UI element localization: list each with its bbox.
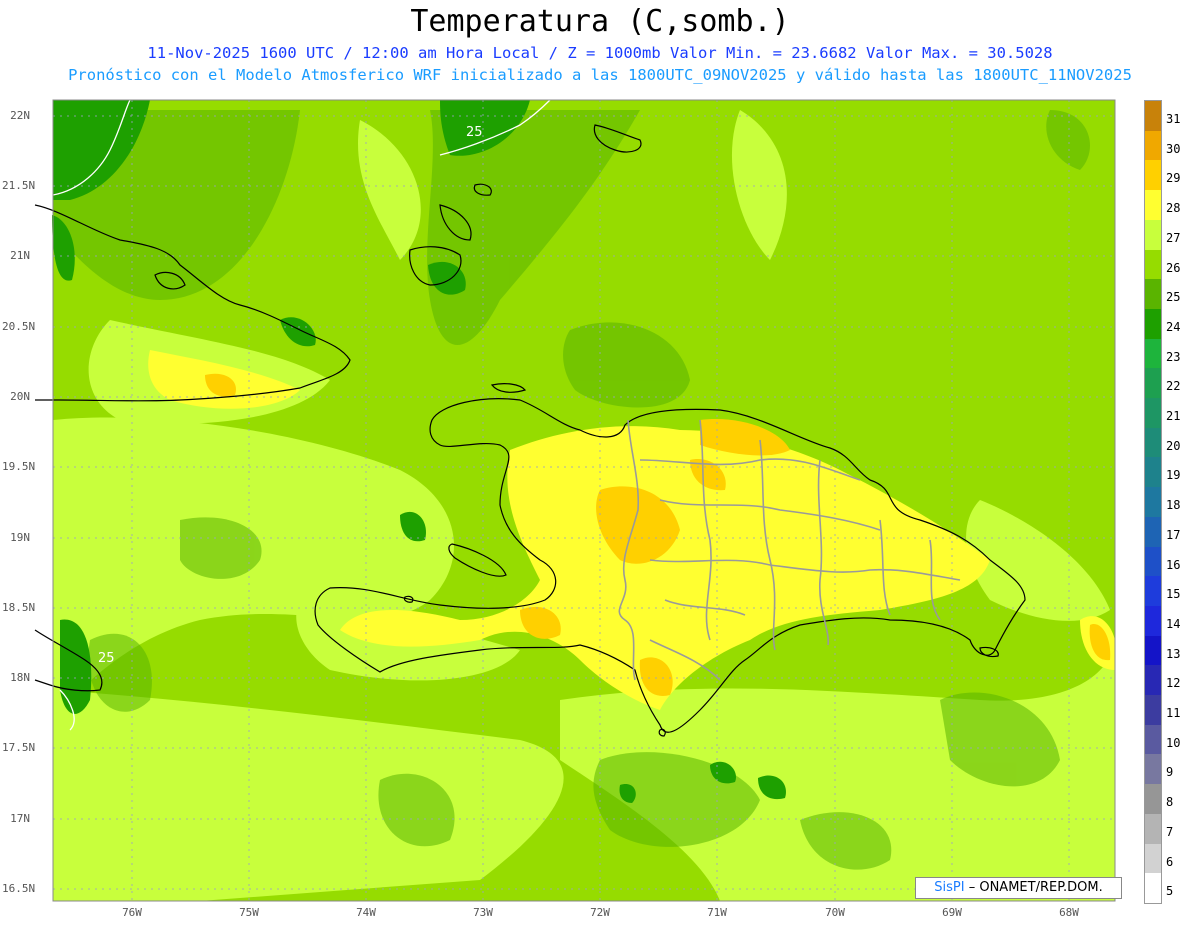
colorbar-cell <box>1145 338 1161 369</box>
lon-label: 69W <box>942 906 962 919</box>
colorbar-cell <box>1145 308 1161 339</box>
colorbar-cell <box>1145 665 1161 696</box>
colorbar-label: 9 <box>1166 765 1174 780</box>
colorbar-label: 13 <box>1166 646 1181 661</box>
colorbar-label: 24 <box>1166 319 1181 334</box>
colorbar-cell <box>1145 754 1161 785</box>
colorbar-label: 17 <box>1166 527 1181 542</box>
colorbar-cell <box>1145 605 1161 636</box>
lat-label: 17N <box>10 812 30 825</box>
colorbar-label: 30 <box>1166 141 1181 156</box>
colorbar-cell <box>1145 249 1161 280</box>
lon-label: 71W <box>707 906 727 919</box>
colorbar-label: 7 <box>1166 824 1174 839</box>
lon-label: 70W <box>825 906 845 919</box>
colorbar-label: 28 <box>1166 201 1181 216</box>
colorbar-cell <box>1145 516 1161 547</box>
colorbar-cell <box>1145 873 1161 904</box>
credit-box: SisPI – ONAMET/REP.DOM. <box>915 877 1122 899</box>
colorbar-label: 14 <box>1166 616 1181 631</box>
colorbar-label: 5 <box>1166 884 1174 899</box>
colorbar-label: 16 <box>1166 557 1181 572</box>
credit-text: – ONAMET/REP.DOM. <box>964 880 1103 895</box>
colorbar-cell <box>1145 190 1161 221</box>
colorbar-label: 12 <box>1166 676 1181 691</box>
colorbar-cell <box>1145 635 1161 666</box>
lon-label: 72W <box>590 906 610 919</box>
colorbar-cell <box>1145 724 1161 755</box>
colorbar-label: 6 <box>1166 854 1174 869</box>
colorbar-cell <box>1145 546 1161 577</box>
lat-label: 16.5N <box>2 882 36 895</box>
colorbar-label: 31 <box>1166 112 1181 126</box>
colorbar-cell <box>1145 487 1161 518</box>
colorbar-label: 22 <box>1166 379 1181 394</box>
colorbar-label: 19 <box>1166 468 1181 483</box>
lat-label: 19.5N <box>2 460 36 473</box>
colorbar-label: 25 <box>1166 290 1181 305</box>
contour-label-25-north: 25 <box>466 125 483 140</box>
colorbar-cell <box>1145 843 1161 874</box>
colorbar-cell <box>1145 368 1161 399</box>
lat-label: 22N <box>10 109 30 122</box>
lon-label: 68W <box>1059 906 1079 919</box>
colorbar <box>1144 100 1162 904</box>
lat-label: 20N <box>10 390 30 403</box>
colorbar-cell <box>1145 398 1161 429</box>
contour-label-25-southwest: 25 <box>98 651 115 666</box>
colorbar-label: 15 <box>1166 587 1181 602</box>
lat-label: 18.5N <box>2 601 36 614</box>
colorbar-label: 29 <box>1166 171 1181 186</box>
colorbar-label: 11 <box>1166 706 1181 721</box>
colorbar-label: 26 <box>1166 260 1181 275</box>
colorbar-label: 18 <box>1166 498 1181 513</box>
lat-label: 19N <box>10 531 30 544</box>
colorbar-cell <box>1145 695 1161 726</box>
colorbar-label: 8 <box>1166 795 1174 810</box>
lon-label: 74W <box>356 906 376 919</box>
colorbar-cell <box>1145 576 1161 607</box>
lat-label: 21.5N <box>2 179 36 192</box>
colorbar-cell <box>1145 101 1161 131</box>
lon-label: 75W <box>239 906 259 919</box>
colorbar-label: 21 <box>1166 409 1181 424</box>
lat-label: 21N <box>10 249 30 262</box>
temperature-map: 25 25 <box>34 99 1116 902</box>
colorbar-cell <box>1145 279 1161 310</box>
colorbar-cell <box>1145 160 1161 191</box>
lat-label: 17.5N <box>2 741 36 754</box>
colorbar-label: 27 <box>1166 230 1181 245</box>
colorbar-label: 20 <box>1166 438 1181 453</box>
colorbar-cell <box>1145 457 1161 488</box>
lat-label: 20.5N <box>2 320 36 333</box>
lon-label: 76W <box>122 906 142 919</box>
lat-label: 18N <box>10 671 30 684</box>
credit-brand: SisPI <box>934 880 965 895</box>
lon-label: 73W <box>473 906 493 919</box>
colorbar-cell <box>1145 813 1161 844</box>
colorbar-cell <box>1145 219 1161 250</box>
colorbar-label: 23 <box>1166 349 1181 364</box>
colorbar-cell <box>1145 784 1161 815</box>
colorbar-label: 10 <box>1166 735 1181 750</box>
colorbar-cell <box>1145 427 1161 458</box>
colorbar-cell <box>1145 130 1161 161</box>
